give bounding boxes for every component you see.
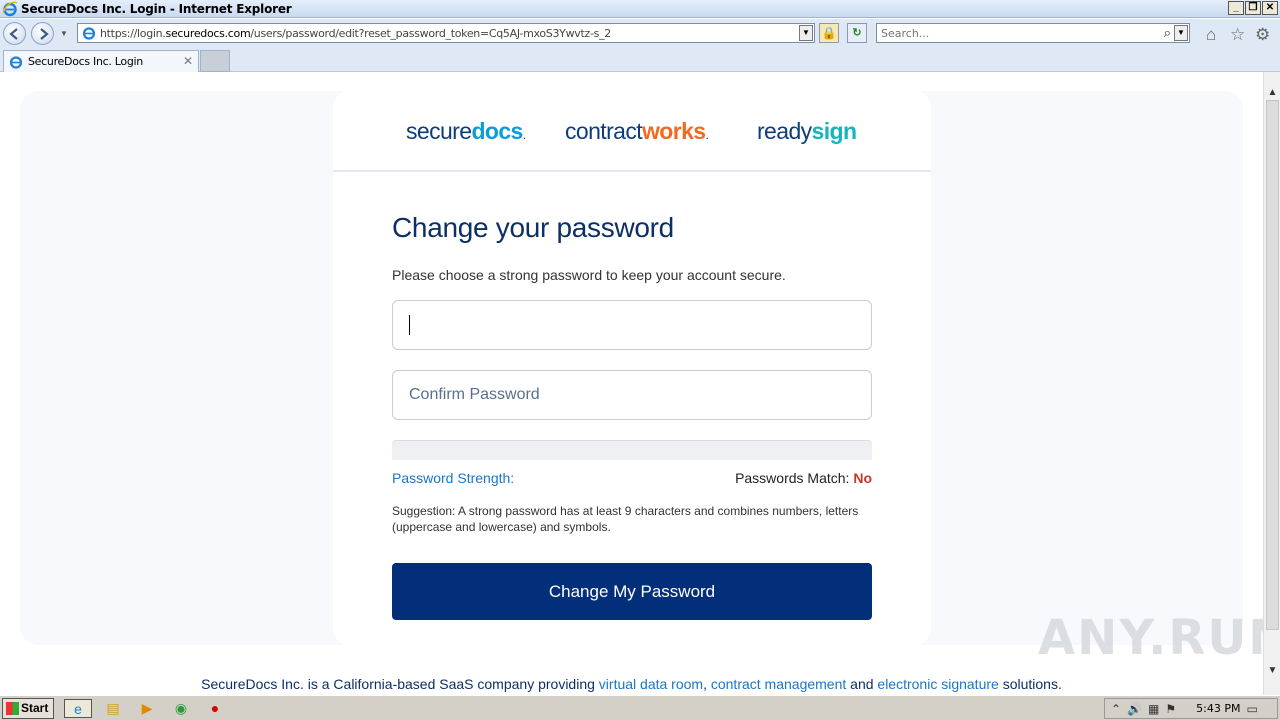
page-viewport: securedocs. contractworks. readysign Cha…: [0, 72, 1263, 695]
change-password-button[interactable]: Change My Password: [392, 563, 872, 620]
restore-button[interactable]: ❐: [1245, 1, 1261, 15]
navigation-bar: ▼ https://login.securedocs.com/users/pas…: [0, 19, 1280, 48]
confirm-password-field[interactable]: [392, 370, 872, 420]
scroll-down-icon[interactable]: ▼: [1264, 662, 1280, 679]
settings-gear-icon[interactable]: ⚙: [1255, 25, 1270, 45]
electronic-signature-link[interactable]: electronic signature: [877, 676, 998, 692]
windows-taskbar: Start e ▤ ▶ ◉ ● ⌃ 🔊 ▦ ⚑ 5:43 PM ▭: [0, 695, 1280, 720]
password-strength-meter: [392, 440, 872, 460]
virtual-data-room-link[interactable]: virtual data room: [599, 676, 703, 692]
passwords-match-status: Passwords Match: No: [735, 470, 872, 486]
system-tray: ⌃ 🔊 ▦ ⚑ 5:43 PM ▭: [1104, 698, 1278, 719]
text-caret: [409, 315, 410, 335]
contractworks-logo[interactable]: contractworks.: [565, 118, 709, 145]
search-box[interactable]: ⌕ ▼: [876, 23, 1190, 43]
back-button[interactable]: [3, 22, 26, 45]
start-button[interactable]: Start: [2, 698, 54, 719]
login-card: securedocs. contractworks. readysign Cha…: [333, 91, 931, 645]
window-title: SecureDocs Inc. Login - Internet Explore…: [21, 1, 292, 16]
history-dropdown-icon[interactable]: ▼: [60, 29, 68, 38]
action-center-flag-icon[interactable]: ⚑: [1165, 702, 1176, 716]
taskbar-alert-icon[interactable]: ●: [204, 699, 226, 718]
contract-management-link[interactable]: contract management: [711, 676, 846, 692]
forward-button[interactable]: [31, 22, 54, 45]
show-desktop-icon[interactable]: ▭: [1246, 702, 1257, 716]
brand-logos: securedocs. contractworks. readysign: [333, 91, 931, 172]
page-title: Change your password: [392, 212, 674, 243]
url-prefix: https://login.: [100, 26, 166, 40]
search-input[interactable]: [877, 24, 1147, 43]
vertical-scrollbar[interactable]: ▲ ▼: [1263, 72, 1280, 695]
tab-favicon-icon: [9, 55, 23, 69]
start-label: Start: [21, 701, 49, 715]
forward-arrow-icon: [40, 28, 49, 40]
back-arrow-icon: [9, 28, 18, 40]
page-subtitle: Please choose a strong password to keep …: [392, 267, 786, 283]
address-url[interactable]: https://login.securedocs.com/users/passw…: [100, 27, 611, 40]
address-dropdown-icon[interactable]: ▼: [799, 25, 813, 41]
anyrun-watermark: ANY.RUN: [1038, 610, 1263, 666]
window-titlebar: SecureDocs Inc. Login - Internet Explore…: [0, 0, 1280, 18]
password-strength-label: Password Strength:: [392, 470, 515, 486]
url-domain: securedocs.com: [165, 26, 251, 40]
taskbar-ie-icon[interactable]: e: [64, 699, 92, 718]
confirm-password-input[interactable]: [393, 371, 871, 419]
page-favicon-icon: [82, 27, 96, 40]
address-bar[interactable]: https://login.securedocs.com/users/passw…: [77, 23, 815, 43]
tab-securedocs-login[interactable]: SecureDocs Inc. Login ✕: [3, 50, 199, 72]
new-tab-button[interactable]: [200, 50, 230, 72]
search-dropdown-icon[interactable]: ▼: [1174, 25, 1188, 41]
taskbar-clock[interactable]: 5:43 PM: [1196, 702, 1240, 715]
tab-bar: SecureDocs Inc. Login ✕: [0, 48, 1280, 72]
internet-explorer-icon: [2, 1, 18, 16]
network-icon[interactable]: ▦: [1148, 702, 1159, 716]
tab-close-icon[interactable]: ✕: [183, 54, 193, 68]
new-password-field[interactable]: [392, 300, 872, 350]
taskbar-explorer-icon[interactable]: ▤: [102, 699, 124, 718]
password-suggestion: Suggestion: A strong password has at lea…: [392, 504, 859, 534]
url-path: /users/password/edit?reset_password_toke…: [250, 26, 611, 40]
taskbar-media-player-icon[interactable]: ▶: [136, 699, 158, 718]
taskbar-chrome-icon[interactable]: ◉: [170, 699, 192, 718]
refresh-icon[interactable]: ↻: [847, 23, 867, 43]
volume-icon[interactable]: 🔊: [1127, 702, 1142, 716]
minimize-button[interactable]: _: [1228, 1, 1244, 15]
readysign-logo[interactable]: readysign: [757, 118, 857, 145]
securedocs-logo[interactable]: securedocs.: [406, 118, 526, 145]
home-icon[interactable]: ⌂: [1206, 25, 1216, 45]
windows-logo-icon: [6, 702, 19, 715]
scrollbar-thumb[interactable]: [1266, 100, 1279, 630]
passwords-match-value: No: [853, 470, 872, 486]
footer-text: SecureDocs Inc. is a California-based Sa…: [201, 676, 1062, 692]
scroll-up-icon[interactable]: ▲: [1264, 84, 1280, 101]
lock-icon[interactable]: 🔒: [819, 23, 839, 43]
new-password-input[interactable]: [393, 301, 871, 349]
search-icon[interactable]: ⌕: [1164, 25, 1171, 41]
favorites-star-icon[interactable]: ☆: [1230, 25, 1245, 45]
tab-label: SecureDocs Inc. Login: [28, 55, 143, 68]
passwords-match-label: Passwords Match:: [735, 470, 850, 486]
close-button[interactable]: ✕: [1262, 1, 1278, 15]
tray-expand-icon[interactable]: ⌃: [1111, 702, 1121, 716]
